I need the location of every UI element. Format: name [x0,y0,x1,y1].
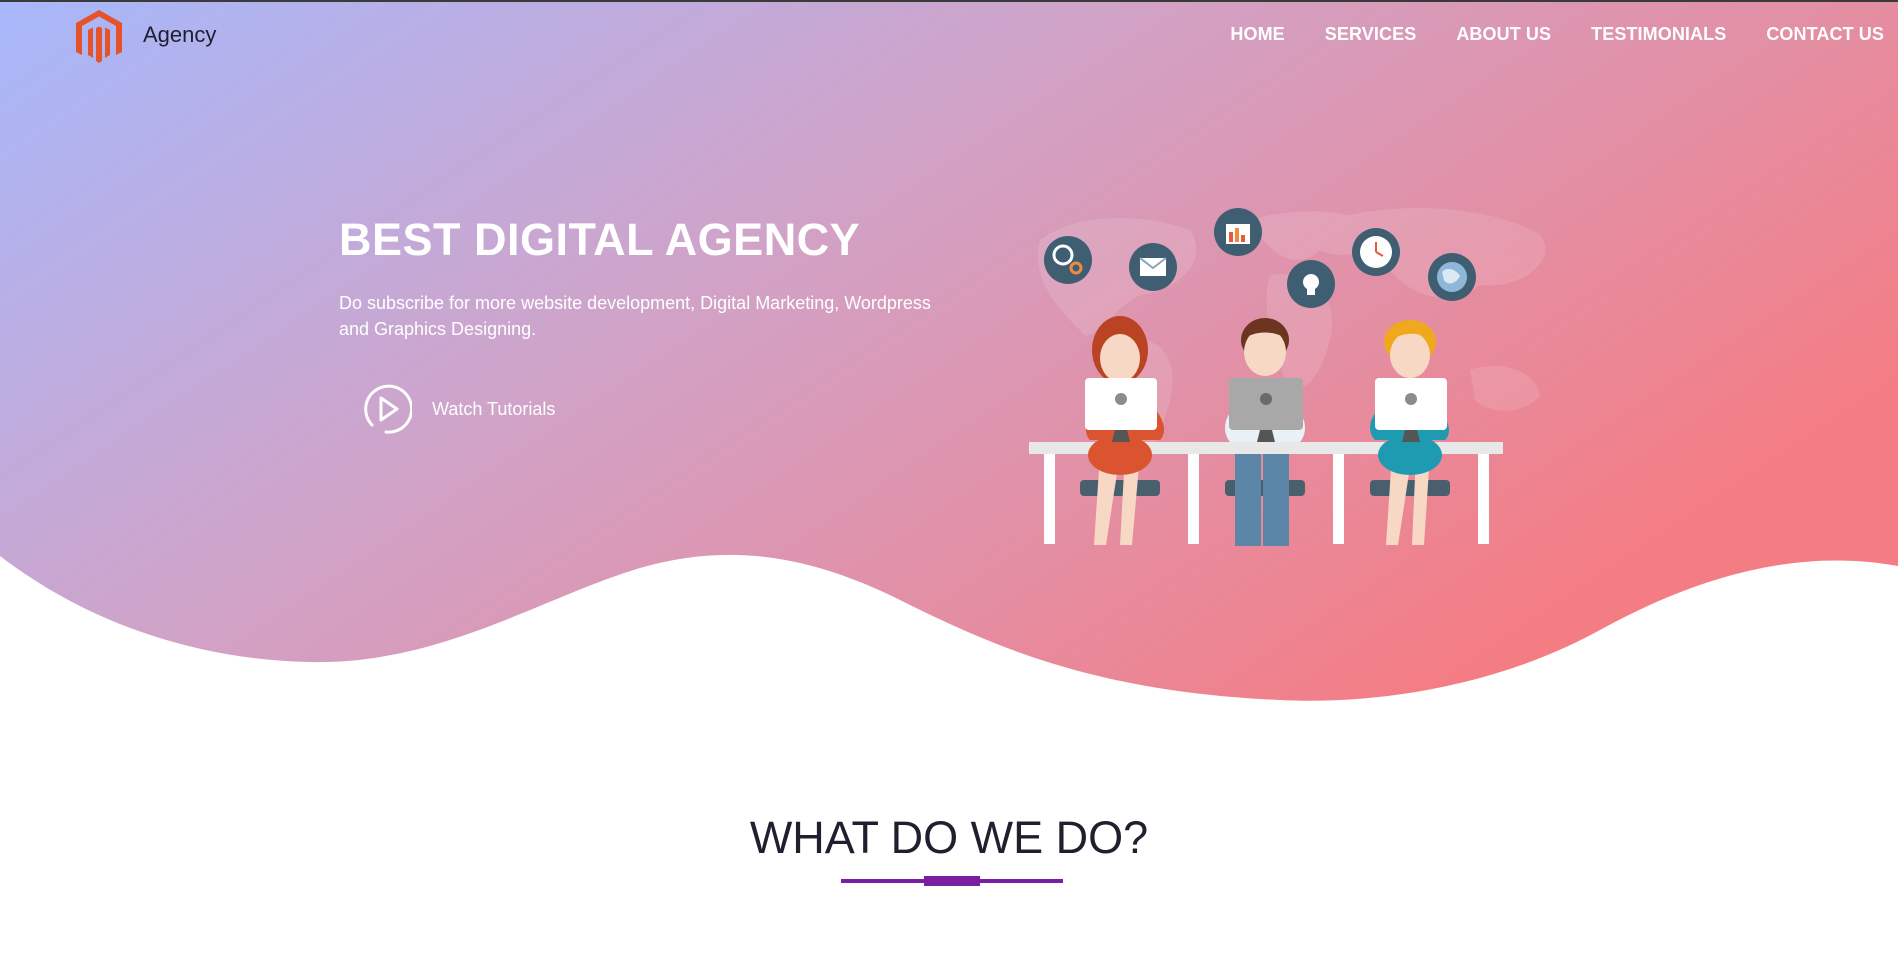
nav-item-services[interactable]: SERVICES [1325,24,1417,45]
hero-wave-background [0,0,1898,701]
main-nav: HOME SERVICES ABOUT US TESTIMONIALS CONT… [1190,24,1884,45]
section-title-underline [841,876,1063,886]
nav-item-testimonials[interactable]: TESTIMONIALS [1591,24,1726,45]
hero-title: BEST DIGITAL AGENCY [339,214,861,265]
person-3 [1370,320,1450,545]
top-border [0,0,1898,2]
team-illustration [1029,207,1546,546]
watch-tutorials-button[interactable]: Watch Tutorials [360,383,555,435]
navbar: Agency HOME SERVICES ABOUT US TESTIMONIA… [0,2,1898,68]
brand-name[interactable]: Agency [143,22,216,48]
watch-tutorials-label[interactable]: Watch Tutorials [432,399,555,420]
nav-item-about-us[interactable]: ABOUT US [1456,24,1551,45]
hero-section: Agency HOME SERVICES ABOUT US TESTIMONIA… [0,0,1898,705]
nav-item-contact-us[interactable]: CONTACT US [1766,24,1884,45]
hero-subtitle: Do subscribe for more website developmen… [339,293,931,339]
nav-item-home[interactable]: HOME [1230,24,1284,45]
play-circle-icon[interactable] [360,383,412,435]
section-title: WHAT DO WE DO? [749,812,1149,863]
magento-logo-icon[interactable] [74,8,124,66]
